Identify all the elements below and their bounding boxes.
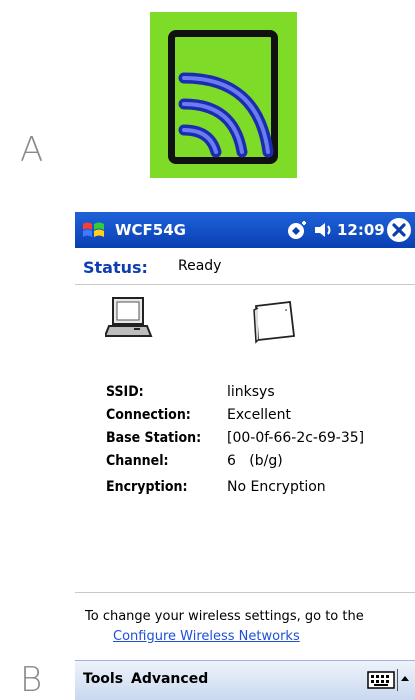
keyboard-icon[interactable]: [367, 671, 395, 689]
menu-bar: Tools Advanced: [75, 660, 415, 700]
app-title: WCF54G: [115, 221, 186, 239]
encryption-value: No Encryption: [227, 479, 326, 495]
info-row-ssid: SSID: linksys: [75, 384, 415, 406]
configure-wireless-link[interactable]: Configure Wireless Networks: [113, 629, 300, 644]
windows-flag-icon[interactable]: [81, 220, 107, 240]
base-station-value: [00-0f-66-2c-69-35]: [227, 430, 365, 446]
status-row: Status: Ready: [75, 248, 415, 285]
info-row-channel: Channel: 6 (b/g): [75, 453, 415, 475]
connection-label: Connection:: [106, 407, 191, 423]
info-row-encryption: Encryption: No Encryption: [75, 479, 415, 501]
speaker-icon[interactable]: [313, 220, 335, 240]
ssid-label: SSID:: [106, 384, 144, 400]
laptop-icon: [105, 297, 153, 337]
ssid-value: linksys: [227, 384, 275, 400]
clock[interactable]: 12:09: [337, 221, 385, 239]
status-label: Status:: [83, 258, 148, 277]
info-row-connection: Connection: Excellent: [75, 407, 415, 429]
channel-value: 6 (b/g): [227, 453, 283, 469]
info-row-base-station: Base Station: [00-0f-66-2c-69-35]: [75, 430, 415, 452]
channel-label: Channel:: [106, 453, 169, 469]
close-button[interactable]: [387, 218, 411, 242]
figure-label-b: B: [20, 660, 43, 700]
wireless-card-icon: [253, 301, 295, 344]
wifi-signal-icon: [150, 12, 297, 178]
divider: [75, 592, 415, 593]
status-value: Ready: [178, 258, 222, 274]
chevron-up-icon[interactable]: [397, 669, 411, 691]
encryption-label: Encryption:: [106, 479, 188, 495]
close-icon: [392, 223, 406, 237]
base-station-label: Base Station:: [106, 430, 202, 446]
menu-tools[interactable]: Tools: [83, 671, 123, 687]
settings-hint: To change your wireless settings, go to …: [85, 609, 364, 624]
connectivity-icon[interactable]: [287, 220, 309, 240]
figure-label-a: A: [20, 130, 44, 170]
signal-waves: [178, 72, 274, 158]
menu-advanced[interactable]: Advanced: [131, 671, 208, 687]
device-screen: WCF54G 12:09 Status: Ready SSID: linksys…: [75, 212, 415, 700]
connection-value: Excellent: [227, 407, 291, 423]
title-bar: WCF54G 12:09: [75, 212, 415, 248]
